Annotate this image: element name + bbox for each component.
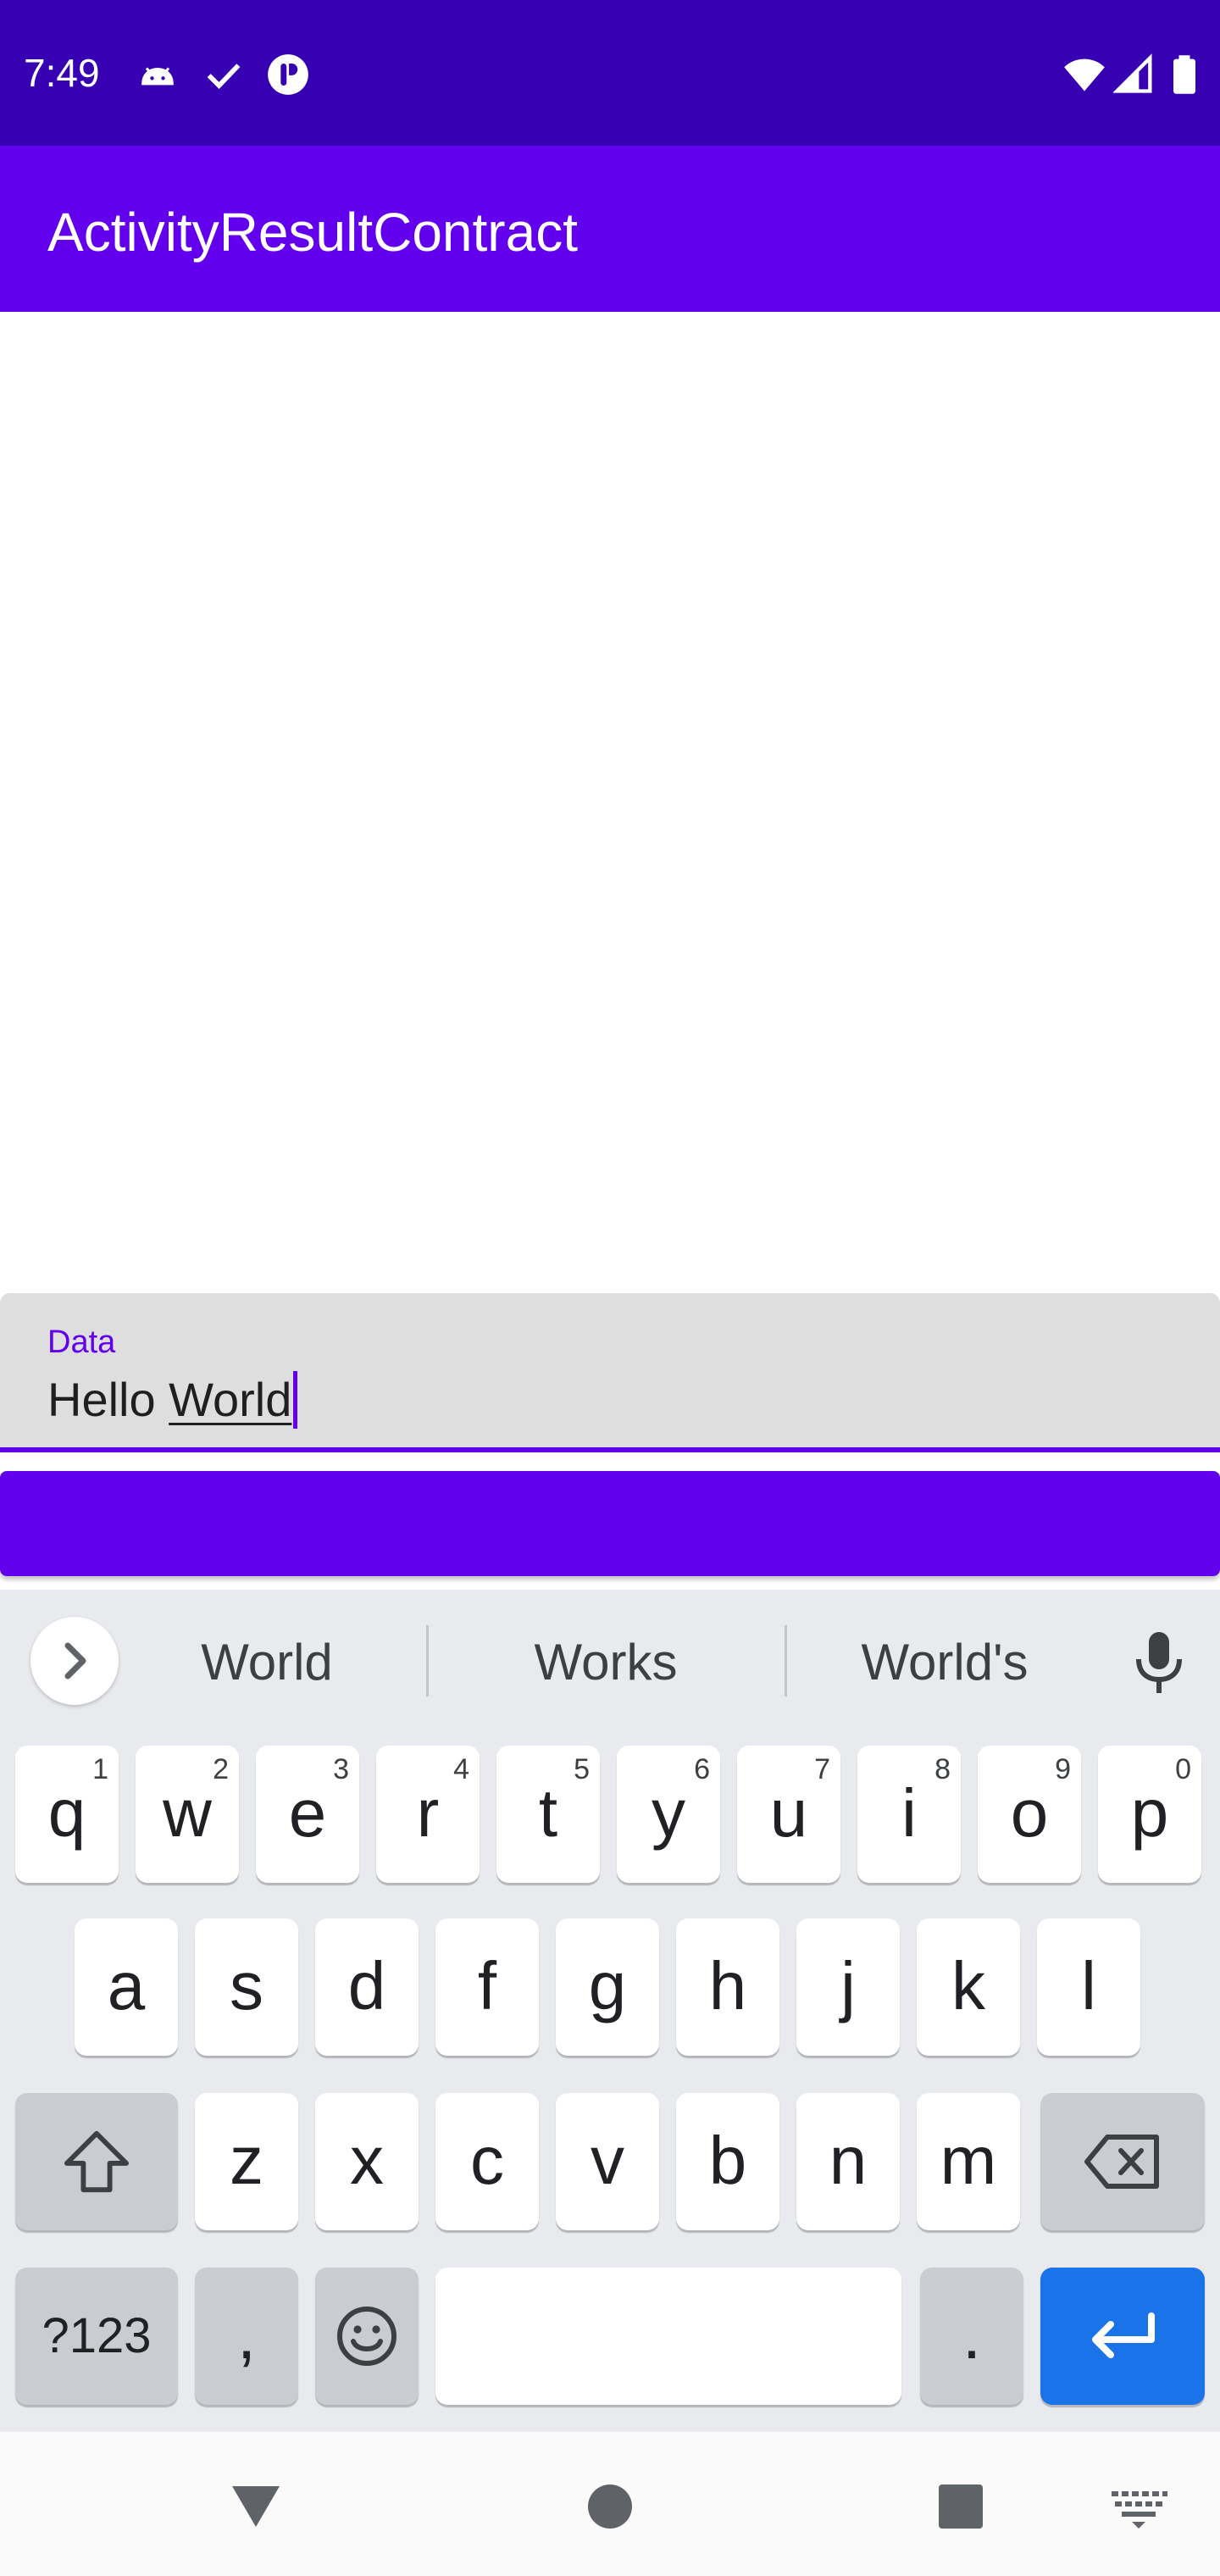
data-field-label: Data <box>47 1324 116 1360</box>
recents-icon[interactable] <box>929 2473 993 2537</box>
key-hint: 9 <box>1055 1753 1071 1785</box>
home-icon[interactable] <box>578 2473 642 2537</box>
field-text-plain: Hello <box>47 1373 169 1426</box>
space-key[interactable] <box>435 2268 901 2405</box>
android-icon <box>136 53 180 97</box>
submit-button[interactable] <box>0 1471 1220 1576</box>
key-hint: 2 <box>213 1753 229 1785</box>
key-hint: 4 <box>453 1753 469 1785</box>
key-label: c <box>470 2123 504 2198</box>
key-p[interactable]: p0 <box>1098 1746 1201 1883</box>
symbols-key[interactable]: ?123 <box>15 2268 178 2405</box>
key-u[interactable]: u7 <box>737 1746 840 1883</box>
key-n[interactable]: n <box>796 2093 900 2230</box>
key-b[interactable]: b <box>676 2093 779 2230</box>
data-text-field[interactable]: Data Hello World <box>0 1293 1220 1452</box>
data-field-value[interactable]: Hello World <box>47 1371 298 1429</box>
mic-icon[interactable] <box>1132 1630 1186 1695</box>
key-g[interactable]: g <box>556 1918 659 2056</box>
key-hint: 6 <box>694 1753 710 1785</box>
key-label: z <box>230 2123 263 2198</box>
key-c[interactable]: c <box>435 2093 539 2230</box>
key-f[interactable]: f <box>435 1918 539 2056</box>
keyboard-switch-icon[interactable] <box>1106 2473 1171 2537</box>
field-underline <box>0 1447 1220 1452</box>
key-y[interactable]: y6 <box>617 1746 720 1883</box>
key-label: , <box>236 2297 257 2373</box>
key-v[interactable]: v <box>556 2093 659 2230</box>
app-bar: ActivityResultContract <box>0 146 1220 312</box>
key-hint: 5 <box>574 1753 590 1785</box>
key-i[interactable]: i8 <box>857 1746 961 1883</box>
content-area <box>0 312 1220 1293</box>
key-k[interactable]: k <box>917 1918 1020 2056</box>
key-r[interactable]: r4 <box>376 1746 480 1883</box>
system-nav-bar <box>0 2432 1220 2576</box>
key-label: x <box>350 2123 384 2198</box>
key-q[interactable]: q1 <box>15 1746 119 1883</box>
back-icon[interactable] <box>224 2473 288 2537</box>
key-l[interactable]: l <box>1037 1918 1140 2056</box>
key-label: g <box>588 1948 627 2024</box>
app-badge-icon <box>266 53 310 97</box>
key-hint: 0 <box>1175 1753 1191 1785</box>
comma-key[interactable]: , <box>195 2268 298 2405</box>
app-title: ActivityResultContract <box>47 202 578 263</box>
key-t[interactable]: t5 <box>496 1746 600 1883</box>
cell-signal-icon <box>1113 53 1157 97</box>
field-text-composing: World <box>169 1373 292 1426</box>
backspace-key[interactable] <box>1040 2093 1205 2230</box>
key-label: b <box>708 2123 747 2198</box>
period-key[interactable]: . <box>920 2268 1023 2405</box>
key-e[interactable]: e3 <box>256 1746 359 1883</box>
suggestion-divider <box>426 1625 429 1696</box>
key-a[interactable]: a <box>75 1918 178 2056</box>
shift-key[interactable] <box>15 2093 178 2230</box>
key-label: a <box>107 1948 146 2024</box>
key-s[interactable]: s <box>195 1918 298 2056</box>
enter-key[interactable] <box>1040 2268 1205 2405</box>
expand-toolbar-button[interactable] <box>30 1617 119 1705</box>
key-x[interactable]: x <box>315 2093 419 2230</box>
key-h[interactable]: h <box>676 1918 779 2056</box>
key-label: m <box>940 2123 997 2198</box>
key-m[interactable]: m <box>917 2093 1020 2230</box>
key-hint: 1 <box>92 1753 108 1785</box>
key-label: v <box>591 2123 624 2198</box>
key-label: j <box>840 1948 856 2024</box>
key-d[interactable]: d <box>315 1918 419 2056</box>
key-label: n <box>829 2123 868 2198</box>
key-label: f <box>477 1948 497 2024</box>
suggestion-divider <box>785 1625 787 1696</box>
key-label: . <box>962 2297 982 2373</box>
key-label: d <box>347 1948 386 2024</box>
key-label: l <box>1081 1948 1096 2024</box>
key-hint: 7 <box>814 1753 830 1785</box>
key-label: s <box>230 1948 263 2024</box>
suggestion-2[interactable]: Works <box>491 1632 720 1693</box>
key-label: h <box>708 1948 747 2024</box>
key-j[interactable]: j <box>796 1918 900 2056</box>
key-label: ?123 <box>42 2308 152 2363</box>
key-z[interactable]: z <box>195 2093 298 2230</box>
key-w[interactable]: w2 <box>136 1746 239 1883</box>
key-hint: 8 <box>934 1753 951 1785</box>
soft-keyboard: World Works World's q1 w2 e3 r4 t5 y6 u7… <box>0 1590 1220 2432</box>
text-cursor <box>293 1371 298 1429</box>
key-label: k <box>951 1948 985 2024</box>
status-time: 7:49 <box>24 51 100 95</box>
suggestion-strip: World Works World's <box>0 1590 1220 1734</box>
wifi-icon <box>1062 53 1106 97</box>
status-bar: 7:49 <box>0 0 1220 146</box>
key-o[interactable]: o9 <box>978 1746 1081 1883</box>
suggestion-1[interactable]: World <box>152 1632 381 1693</box>
check-icon <box>202 53 246 97</box>
battery-icon <box>1162 53 1206 97</box>
emoji-key[interactable] <box>315 2268 419 2405</box>
key-hint: 3 <box>333 1753 349 1785</box>
suggestion-3[interactable]: World's <box>830 1632 1059 1693</box>
